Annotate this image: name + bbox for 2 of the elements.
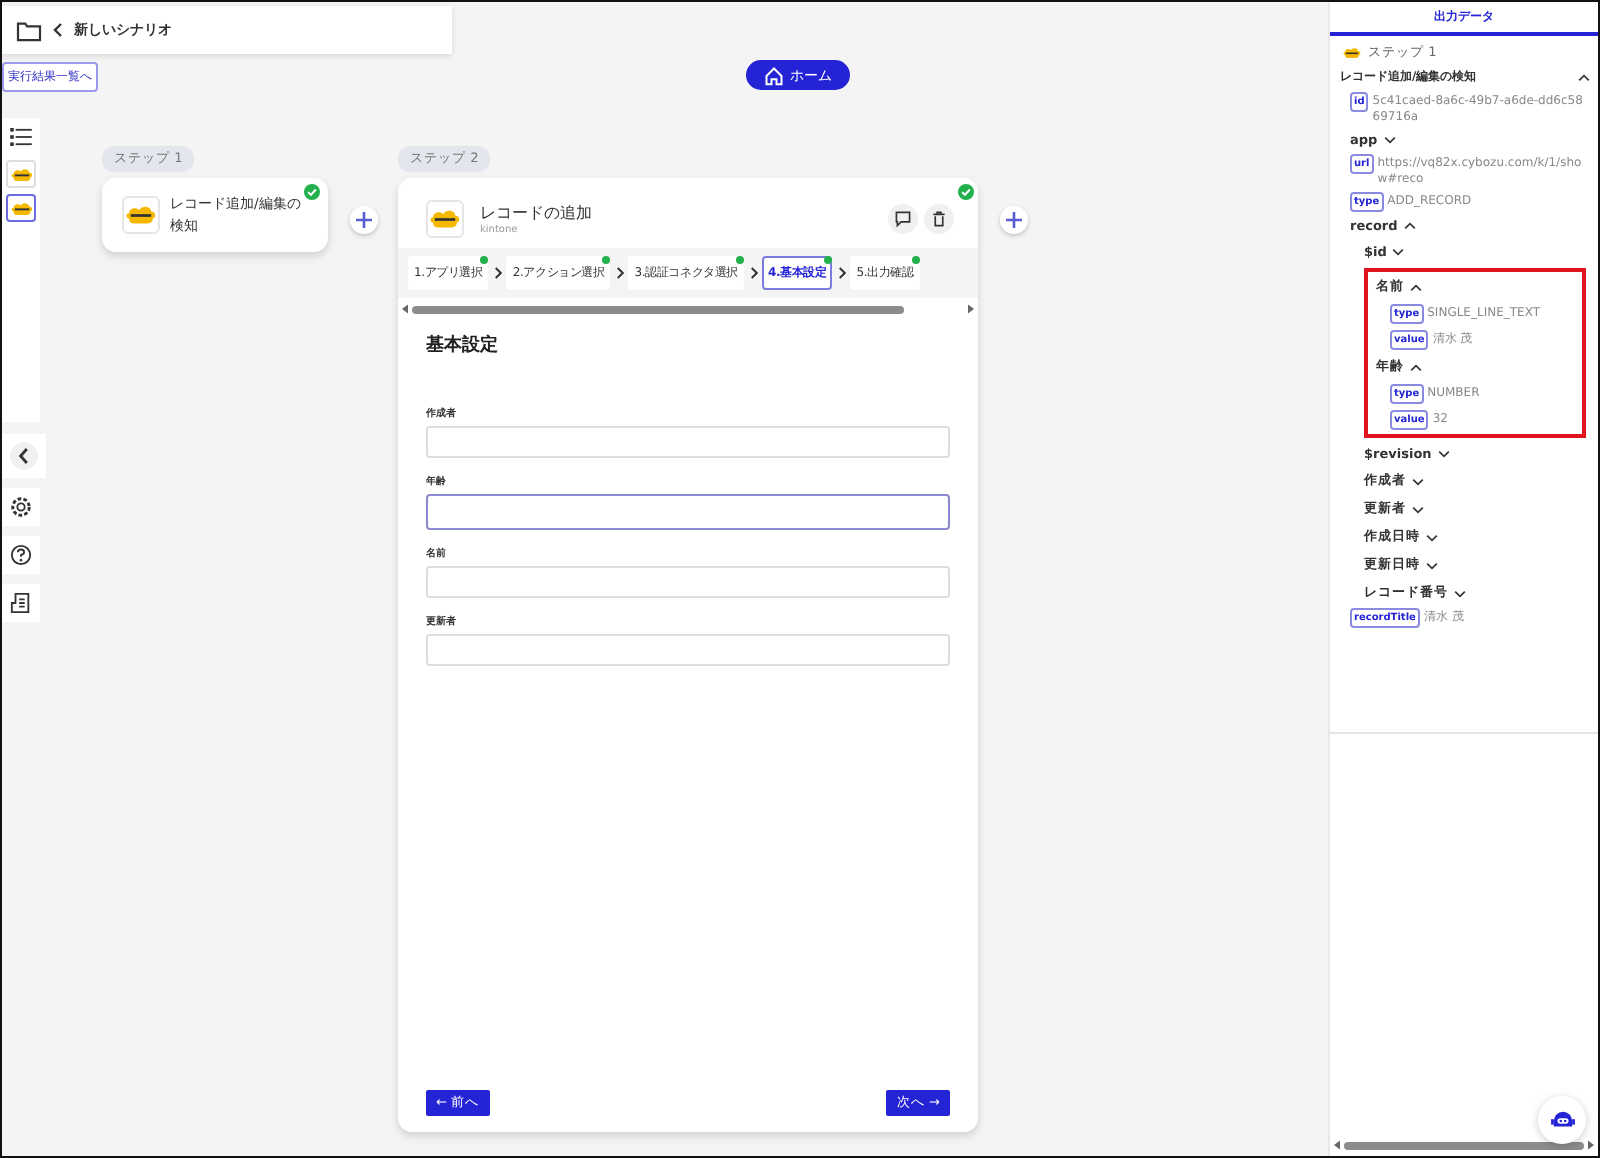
section-title: 基本設定: [426, 332, 500, 358]
step-title: レコードの追加: [480, 202, 594, 224]
